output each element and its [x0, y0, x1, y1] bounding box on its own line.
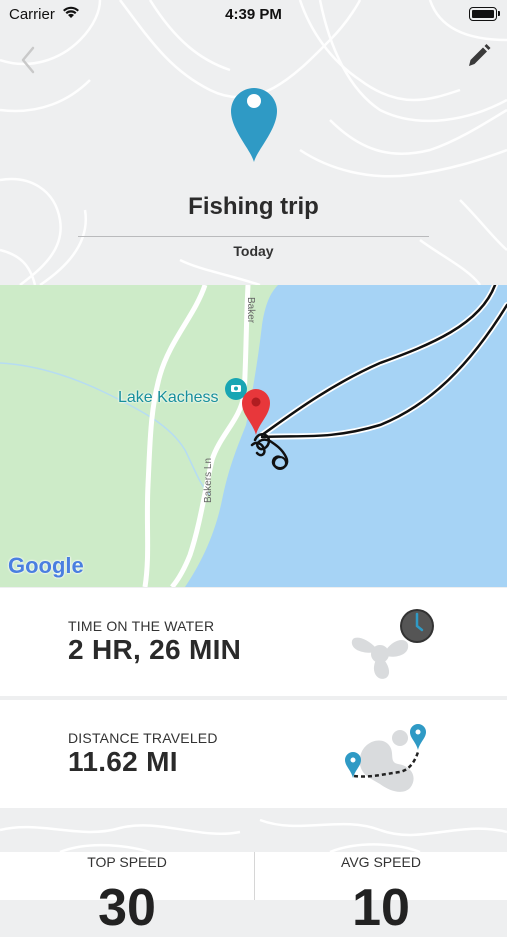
stat-label: DISTANCE TRAVELED	[68, 730, 218, 746]
route-map-icon	[345, 724, 426, 792]
edit-pencil-icon[interactable]	[465, 42, 491, 72]
avg-speed-value: 10	[352, 879, 410, 937]
avg-speed-label: AVG SPEED	[341, 854, 421, 870]
stat-label: TIME ON THE WATER	[68, 618, 215, 634]
map-canvas	[0, 285, 507, 587]
stat-value: 2 HR, 26 MIN	[68, 634, 242, 665]
trip-map[interactable]: Lake Kachess Baker Bakers Ln Google	[0, 285, 507, 587]
back-chevron-icon[interactable]	[18, 44, 38, 76]
google-attribution: Google	[8, 553, 84, 578]
stat-value: 11.62 MI	[68, 746, 178, 777]
road-label-bakers-ln: Bakers Ln	[203, 457, 214, 503]
top-speed-value: 30	[98, 879, 156, 937]
avg-speed-stat: AVG SPEED 10	[255, 852, 507, 934]
trip-title[interactable]: Fishing trip	[0, 193, 507, 221]
place-label: Lake Kachess	[118, 389, 219, 406]
clock: 4:39 PM	[225, 6, 282, 23]
topographic-strip	[0, 810, 507, 852]
title-divider	[78, 236, 429, 237]
top-speed-label: TOP SPEED	[87, 854, 167, 870]
stat-card-time: TIME ON THE WATER 2 HR, 26 MIN	[0, 588, 507, 696]
trip-date: Today	[233, 243, 274, 259]
battery-icon	[469, 7, 500, 21]
stat-card-distance: DISTANCE TRAVELED 11.62 MI	[0, 700, 507, 808]
top-speed-stat: TOP SPEED 30	[0, 852, 254, 934]
propeller-clock-icon	[351, 609, 434, 679]
location-pin-icon	[231, 88, 277, 162]
status-bar: Carrier 4:39 PM	[0, 0, 507, 28]
road-label-baker: Baker	[245, 297, 256, 324]
speed-divider	[254, 852, 255, 900]
